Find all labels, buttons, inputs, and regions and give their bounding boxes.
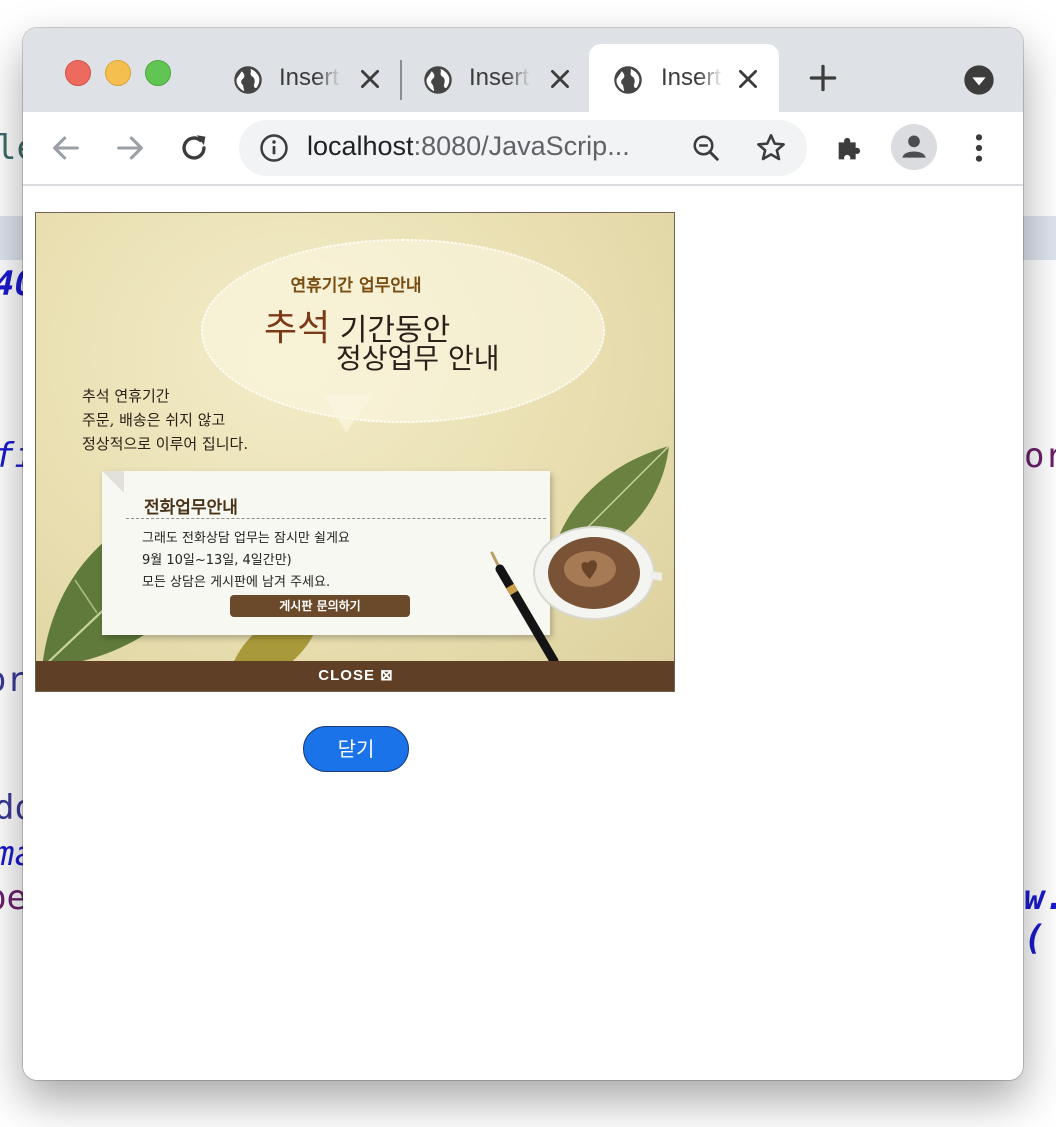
side-text-line: 추석 연휴기간 (82, 387, 170, 405)
globe-icon (614, 66, 642, 94)
note-title: 전화업무안내 (144, 498, 238, 518)
close-icon[interactable] (547, 66, 573, 92)
window-zoom-button[interactable] (145, 60, 171, 86)
tab-title: Insert (469, 64, 530, 91)
back-arrow-icon[interactable] (49, 131, 83, 165)
tab-title: Insert (279, 64, 340, 91)
url-host: localhost (307, 131, 414, 161)
window-close-button[interactable] (65, 60, 91, 86)
forward-arrow-icon[interactable] (113, 131, 147, 165)
headline-accent: 추석 (264, 308, 331, 349)
person-icon (902, 135, 926, 158)
note-line: 모든 상담은 게시판에 남겨 주세요. (142, 575, 331, 590)
address-bar[interactable]: localhost:8080/JavaScrip... (239, 120, 807, 176)
tab-strip: Insert Insert Insert (23, 28, 1023, 112)
side-text-line: 주문, 배송은 쉬지 않고 (82, 411, 226, 429)
board-inquiry-button: 게시판 문의하기 (230, 595, 410, 617)
window-minimize-button[interactable] (105, 60, 131, 86)
coffee-cup-illustration (533, 526, 662, 620)
zoom-out-icon[interactable] (691, 133, 721, 163)
code-fragment: w.( (1024, 878, 1056, 958)
address-url[interactable]: localhost:8080/JavaScrip... (307, 131, 630, 162)
tab-1[interactable]: Insert (233, 44, 383, 112)
paper-fold (102, 471, 124, 493)
reload-icon[interactable] (177, 131, 211, 165)
popup-subtitle: 연휴기간 업무안내 (290, 276, 422, 296)
note-line: 9월 10일~13일, 4일간만) (142, 553, 292, 568)
tab-separator (400, 60, 402, 100)
new-tab-plus-icon[interactable] (809, 64, 837, 92)
side-text-line: 정상적으로 이루어 집니다. (82, 435, 249, 453)
tab-search-chevron-icon[interactable] (963, 64, 995, 96)
browser-toolbar: localhost:8080/JavaScrip... (23, 112, 1023, 186)
profile-avatar[interactable] (891, 124, 937, 170)
bookmark-star-icon[interactable] (755, 132, 787, 164)
holiday-notice-image: 연휴기간 업무안내 추석 기간동안 정상업무 안내 추석 연휴기간 주문, 배송… (35, 212, 675, 692)
globe-icon (234, 66, 262, 94)
extensions-puzzle-icon[interactable] (833, 131, 867, 165)
code-fragment: or (1024, 436, 1056, 476)
close-icon[interactable] (735, 66, 761, 92)
tab-3-active[interactable]: Insert (589, 44, 779, 112)
info-icon[interactable] (259, 133, 289, 163)
close-bar[interactable]: CLOSE ⊠ (36, 661, 674, 691)
globe-icon (424, 66, 452, 94)
speech-bubble-tail (324, 395, 372, 433)
popup-headline-2: 정상업무 안내 (336, 342, 500, 375)
close-button[interactable]: 닫기 (303, 726, 409, 772)
note-line: 그래도 전화상담 업무는 잠시만 쉴게요 (142, 531, 350, 546)
phone-notice-card: 전화업무안내 그래도 전화상담 업무는 잠시만 쉴게요 9월 10일~13일, … (102, 471, 550, 635)
tab-title: Insert (661, 64, 722, 91)
browser-window: Insert Insert Insert localhost:8080/Java… (23, 28, 1023, 1080)
url-path: :8080/JavaScrip... (413, 131, 630, 161)
divider (126, 518, 546, 519)
kebab-menu-icon[interactable] (962, 131, 996, 165)
page-content: 연휴기간 업무안내 추석 기간동안 정상업무 안내 추석 연휴기간 주문, 배송… (23, 186, 1023, 1080)
close-icon[interactable] (357, 66, 383, 92)
tab-2[interactable]: Insert (423, 44, 573, 112)
